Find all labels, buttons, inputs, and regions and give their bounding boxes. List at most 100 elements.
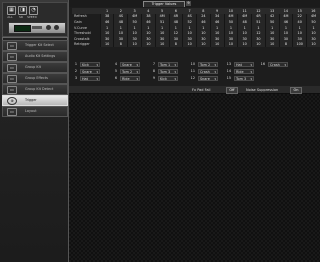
group-number: 3 (74, 76, 77, 80)
sidebar-item-audio-kit-settings[interactable]: ▭ Audio Kit Settings (2, 51, 68, 62)
sidebar-item-label: Audio Kit Settings (25, 54, 56, 58)
group-dropdown[interactable]: Ride ▾ (120, 76, 140, 81)
group-value: Kick (160, 77, 167, 81)
group-dropdown[interactable]: Snare ▾ (80, 69, 100, 74)
group-number: 11 (190, 69, 195, 73)
group-dropdown[interactable]: Tom 3 ▾ (234, 76, 254, 81)
table-cell[interactable]: 100 (292, 41, 307, 48)
group-dropdown[interactable]: Crash ▾ (198, 69, 218, 74)
pad-fail-label: Fx Pad Fail (192, 88, 211, 92)
chevron-down-icon: ▾ (250, 70, 252, 74)
group-dropdown[interactable]: Snare ▾ (120, 62, 140, 67)
table-cell[interactable]: 10 (306, 41, 320, 48)
detect-icon: ▭ (7, 86, 17, 94)
group-number: 8 (152, 69, 155, 73)
group-value: Tom 2 (200, 63, 211, 67)
group-number: 7 (152, 62, 155, 66)
sidebar: ▦ ◨ ◔ ALL SR SPEED ▭ Trigger Kit Select … (0, 0, 69, 262)
group-number: 13 (226, 62, 231, 66)
group-number: 10 (190, 62, 195, 66)
group-value: Hat (236, 63, 242, 67)
group-dropdown[interactable]: Kick ▾ (158, 76, 178, 81)
group-number: 15 (226, 76, 231, 80)
table-cell[interactable]: 10 (264, 41, 280, 48)
device-control-label: SPEED (27, 15, 37, 19)
sidebar-item-group-effects[interactable]: ▭ Group Effects (2, 73, 68, 84)
group-value: Ride (236, 70, 244, 74)
table-cell[interactable]: 8 (278, 41, 293, 48)
group-value: Crash (200, 70, 210, 74)
group-value: Hat (82, 77, 88, 81)
noise-suppression-toggle[interactable]: On (290, 87, 302, 94)
module-slot (32, 26, 42, 29)
pad-fail-toggle[interactable]: Off (226, 87, 238, 94)
group-value: Ride (122, 77, 130, 81)
group-dropdown[interactable]: Kick ▾ (80, 62, 100, 67)
group-number: 14 (226, 69, 231, 73)
page-number: 9 (186, 1, 191, 6)
sidebar-item-trigger[interactable]: ⊕ Trigger (2, 95, 68, 106)
group-effects-icon: ▭ (7, 75, 17, 83)
empty-content-area (69, 94, 320, 262)
group-dropdown[interactable]: Tom 3 ▾ (158, 69, 178, 74)
sidebar-item-group-kit[interactable]: ▭ Group Kit (2, 62, 68, 73)
chevron-down-icon: ▾ (284, 63, 286, 67)
chevron-down-icon: ▾ (136, 63, 138, 67)
chevron-down-icon: ▾ (96, 77, 98, 81)
sidebar-item-group-kit-detect[interactable]: ▭ Group Kit Detect (2, 84, 68, 95)
chevron-down-icon: ▾ (136, 77, 138, 81)
trigger-table: 1 2 3 4 5 6 7 8 9 10 11 12 13 14 15 16 R… (72, 8, 320, 48)
table-cell[interactable]: 10 (223, 41, 238, 48)
split-icon[interactable]: ◨ (18, 6, 27, 15)
table-cell[interactable]: 10 (99, 41, 114, 48)
group-value: Snare (82, 70, 92, 74)
grid-icon[interactable]: ▦ (7, 6, 16, 15)
group-number: 1 (74, 62, 77, 66)
group-number: 5 (114, 69, 117, 73)
group-dropdown[interactable]: Ride ▾ (234, 69, 254, 74)
chevron-down-icon: ▾ (214, 77, 216, 81)
layout-icon: ▭ (7, 108, 17, 116)
group-kit-icon: ▭ (7, 64, 17, 72)
kit-icon: ▭ (7, 42, 17, 50)
table-cell[interactable]: 10 (209, 41, 225, 48)
header-bar (69, 0, 320, 7)
table-cell[interactable]: 10 (237, 41, 252, 48)
group-dropdown[interactable]: Tom 2 ▾ (198, 62, 218, 67)
sidebar-item-layout[interactable]: ▭ Layout (2, 106, 68, 117)
trigger-icon: ⊕ (7, 97, 17, 105)
speedometer-icon[interactable]: ◔ (29, 6, 38, 15)
noise-suppression-label: Noise Suppression (246, 88, 279, 92)
device-panel: ▦ ◨ ◔ ALL SR SPEED (2, 2, 68, 37)
group-dropdown[interactable]: Hat ▾ (80, 76, 100, 81)
group-dropdown[interactable]: Tom 1 ▾ (158, 62, 178, 67)
chevron-down-icon: ▾ (174, 77, 176, 81)
group-dropdown[interactable]: Tom 2 ▾ (120, 69, 140, 74)
drum-module-image (8, 22, 66, 34)
group-dropdown[interactable]: Hat ▾ (234, 62, 254, 67)
sidebar-item-label: Layout (25, 109, 37, 113)
sidebar-item-trigger-kit-select[interactable]: ▭ Trigger Kit Select (2, 40, 68, 51)
table-cell[interactable]: 10 (154, 41, 170, 48)
table-cell[interactable]: 10 (127, 41, 142, 48)
group-dropdown[interactable]: Snare ▾ (198, 76, 218, 81)
table-cell[interactable]: 8 (168, 41, 183, 48)
group-value: Snare (200, 77, 210, 81)
knob-icon (54, 25, 59, 30)
group-value: Kick (82, 63, 89, 67)
table-cell[interactable]: 8 (113, 41, 128, 48)
sidebar-item-label: Trigger (25, 98, 37, 102)
group-number: 16 (260, 62, 265, 66)
group-value: Tom 3 (236, 77, 247, 81)
table-cell[interactable]: 10 (251, 41, 266, 48)
chevron-down-icon: ▾ (174, 70, 176, 74)
group-number: 4 (114, 62, 117, 66)
group-dropdown[interactable]: Crash ▾ (268, 62, 288, 67)
table-cell[interactable]: 10 (196, 41, 211, 48)
sidebar-item-label: Group Kit (25, 65, 41, 69)
table-cell[interactable]: 10 (182, 41, 197, 48)
chevron-down-icon: ▾ (214, 63, 216, 67)
knob-icon (46, 25, 51, 30)
table-cell[interactable]: 10 (141, 41, 156, 48)
device-control-label: SR (19, 15, 23, 19)
